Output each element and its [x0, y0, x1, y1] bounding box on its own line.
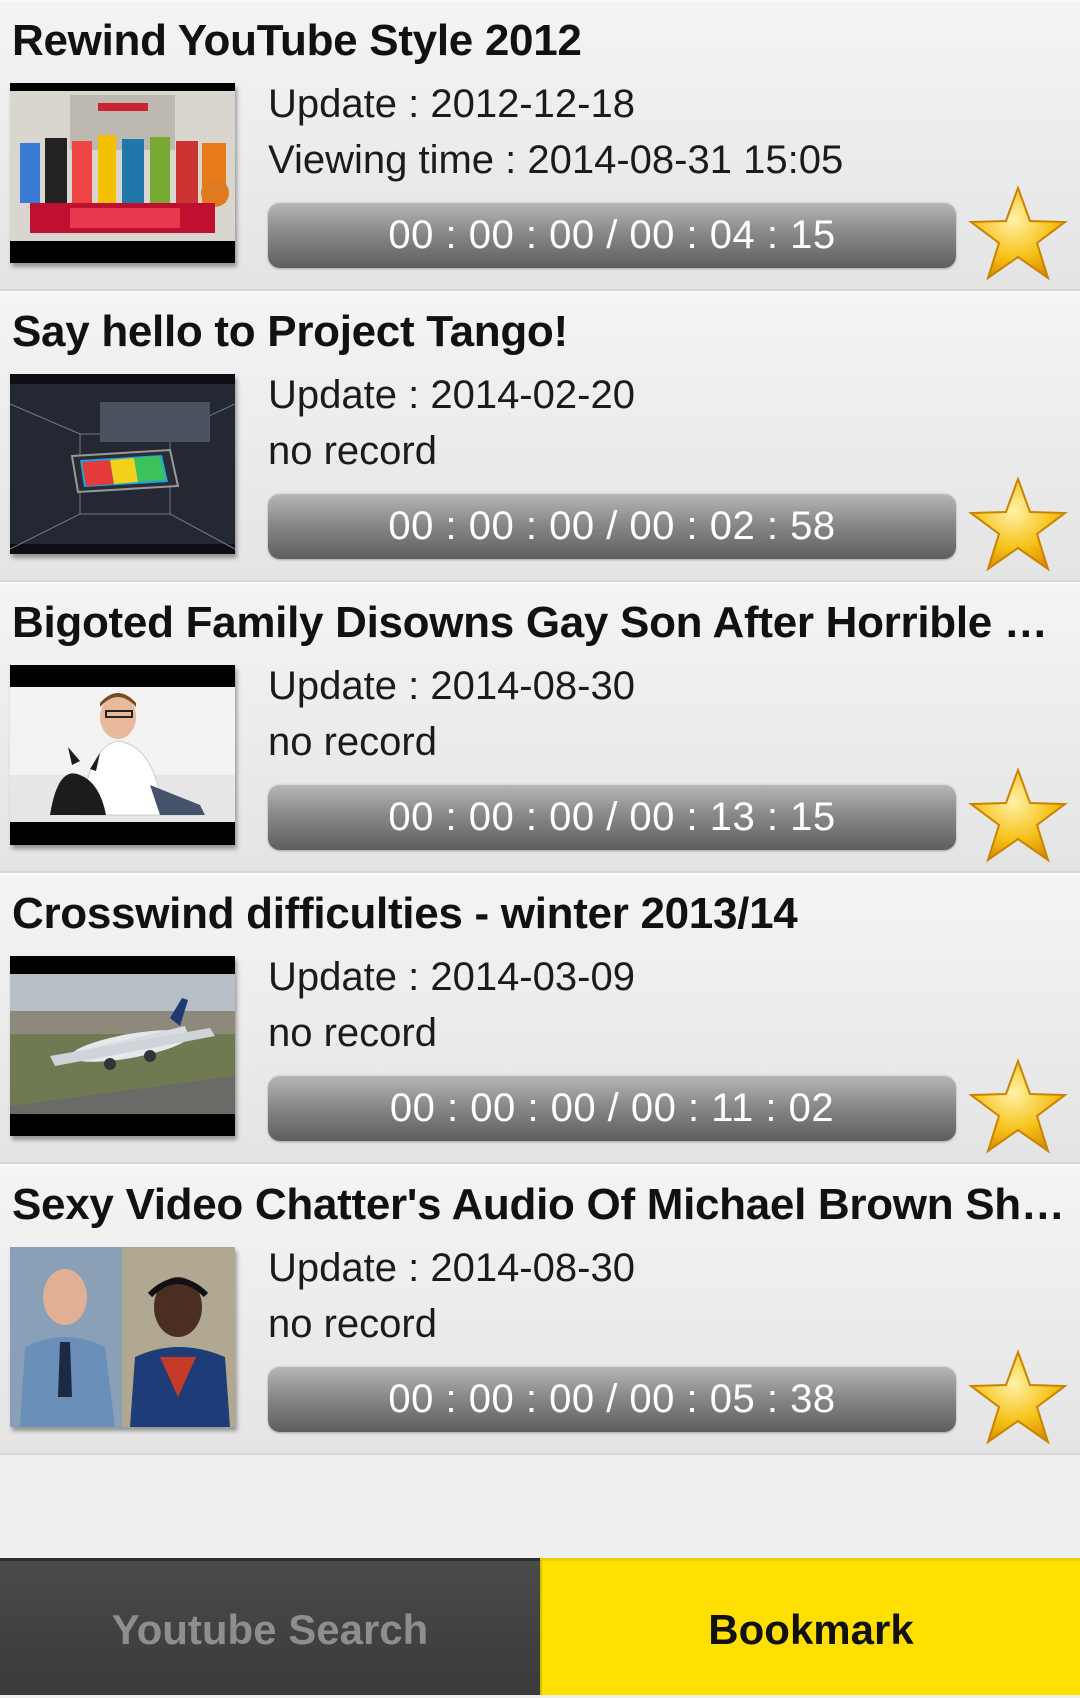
video-title[interactable]: Say hello to Project Tango! [12, 307, 1070, 357]
playback-time-bar[interactable]: 00 : 00 : 00 / 00 : 02 : 58 [268, 493, 956, 559]
video-title[interactable]: Rewind YouTube Style 2012 [12, 16, 1070, 66]
viewing-status: no record [268, 720, 437, 764]
video-thumbnail[interactable] [10, 83, 235, 263]
video-thumbnail[interactable] [10, 374, 235, 554]
update-date: Update : 2014-03-09 [268, 955, 635, 999]
playback-time-bar[interactable]: 00 : 00 : 00 / 00 : 05 : 38 [268, 1366, 956, 1432]
video-title[interactable]: Sexy Video Chatter's Audio Of Michael Br… [12, 1180, 1070, 1230]
viewing-status: Viewing time : 2014-08-31 15:05 [268, 138, 844, 182]
video-thumbnail[interactable] [10, 956, 235, 1136]
viewing-status: no record [268, 1011, 437, 1055]
playback-time-bar[interactable]: 00 : 00 : 00 / 00 : 11 : 02 [268, 1075, 956, 1141]
star-icon[interactable] [966, 1057, 1070, 1157]
video-thumbnail[interactable] [10, 1247, 235, 1427]
list-item[interactable]: Say hello to Project Tango! Update : 201… [0, 291, 1080, 582]
update-date: Update : 2014-08-30 [268, 1246, 635, 1290]
star-icon[interactable] [966, 766, 1070, 866]
video-title[interactable]: Crosswind difficulties - winter 2013/14 [12, 889, 1070, 939]
list-item[interactable]: Bigoted Family Disowns Gay Son After Hor… [0, 582, 1080, 873]
update-date: Update : 2012-12-18 [268, 82, 635, 126]
viewing-status: no record [268, 429, 437, 473]
list-item[interactable]: Crosswind difficulties - winter 2013/14 … [0, 873, 1080, 1164]
video-thumbnail[interactable] [10, 665, 235, 845]
update-date: Update : 2014-08-30 [268, 664, 635, 708]
viewing-status: no record [268, 1302, 437, 1346]
list-item[interactable]: Sexy Video Chatter's Audio Of Michael Br… [0, 1164, 1080, 1455]
star-icon[interactable] [966, 184, 1070, 284]
tab-youtube-search[interactable]: Youtube Search [0, 1558, 540, 1695]
list-item[interactable]: Rewind YouTube Style 2012 Update : 2012-… [0, 0, 1080, 291]
update-date: Update : 2014-02-20 [268, 373, 635, 417]
bookmark-list: Rewind YouTube Style 2012 Update : 2012-… [0, 0, 1080, 1455]
bottom-tab-bar: Youtube Search Bookmark [0, 1558, 1080, 1695]
video-title[interactable]: Bigoted Family Disowns Gay Son After Hor… [12, 598, 1070, 648]
tab-bookmark[interactable]: Bookmark [540, 1558, 1080, 1695]
playback-time-bar[interactable]: 00 : 00 : 00 / 00 : 13 : 15 [268, 784, 956, 850]
playback-time-bar[interactable]: 00 : 00 : 00 / 00 : 04 : 15 [268, 202, 956, 268]
star-icon[interactable] [966, 1348, 1070, 1448]
star-icon[interactable] [966, 475, 1070, 575]
